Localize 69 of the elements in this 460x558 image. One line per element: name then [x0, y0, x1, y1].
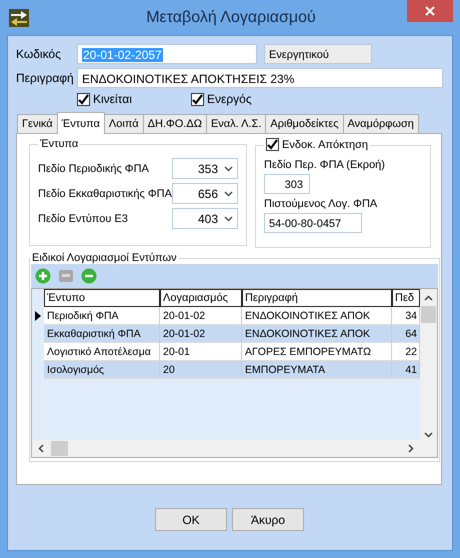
table-cell: Εκκαθαριστική ΦΠΑ	[44, 325, 160, 343]
arrows-icon	[9, 8, 29, 26]
scroll-up-icon[interactable]	[424, 295, 433, 302]
field-label: Πεδίο Εκκαθαριστικής ΦΠΑ	[38, 188, 172, 200]
table-cell: ΕΜΠΟΡΕΥΜΑΤΑ	[242, 361, 392, 379]
scroll-right-icon[interactable]	[407, 444, 414, 453]
checkbox[interactable]: Ενεργός	[191, 92, 305, 106]
window-title: Μεταβολή Λογαριασμού	[145, 8, 317, 26]
tab[interactable]: Γενικά	[17, 114, 58, 133]
group-title: Έντυπα	[39, 138, 80, 150]
checkbox[interactable]: Κινείται	[77, 92, 191, 106]
table-cell: 64	[392, 325, 420, 343]
table-cell: ΕΝΔΟΚΟΙΝΟΤΙΚΕΣ ΑΠΟΚ	[242, 325, 392, 343]
check-icon	[267, 139, 278, 150]
scroll-left-icon[interactable]	[38, 444, 45, 453]
table-cell: ΑΓΟΡΕΣ ΕΜΠΟΡΕΥΜΑΤΩ	[242, 343, 392, 361]
field-label: Πεδίο Εντύπου Ε3	[38, 212, 128, 224]
vertical-scrollbar[interactable]	[420, 289, 437, 457]
table-cell: 34	[392, 307, 420, 325]
add-icon[interactable]	[35, 268, 51, 284]
column-header[interactable]: Πεδ	[392, 289, 420, 307]
tab[interactable]: Αριθμοδείκτες	[265, 114, 344, 133]
account-field[interactable]: 54-00-80-0457	[264, 213, 362, 233]
scroll-thumb[interactable]	[421, 306, 436, 323]
check-icon	[78, 94, 89, 104]
close-button[interactable]	[407, 0, 453, 22]
scroll-down-icon[interactable]	[424, 431, 433, 438]
field-label: Πεδίο Περ. ΦΠΑ (Εκροή)	[264, 159, 385, 171]
chevron-down-icon	[224, 216, 233, 222]
field-label: Περιγραφή	[16, 71, 75, 85]
field-label: Πιστούμενος Λογ. ΦΠΑ	[264, 198, 378, 210]
dropdown[interactable]: 656	[172, 183, 238, 204]
table-cell: Περιοδική ΦΠΑ	[44, 307, 160, 325]
chevron-down-icon	[224, 190, 233, 196]
table-cell: 20-01-02	[160, 325, 242, 343]
table-cell: 22	[392, 343, 420, 361]
tab[interactable]: ΔΗ.ΦΟ.ΔΩ	[142, 114, 207, 133]
field-label: Πεδίο Περιοδικής ΦΠΑ	[38, 162, 149, 174]
remove-icon[interactable]	[81, 268, 97, 284]
tab[interactable]: Λοιπά	[104, 114, 144, 133]
field-label: Κωδικός	[16, 47, 62, 61]
table-cell: 20	[160, 361, 242, 379]
table-cell: 41	[392, 361, 420, 379]
column-header[interactable]: Λογαριασμός	[160, 289, 242, 307]
account-type-field: Ενεργητικού	[264, 44, 372, 64]
chevron-down-icon	[224, 166, 233, 172]
cancel-button[interactable]: Άκυρο	[232, 508, 304, 531]
column-header[interactable]: Περιγραφή	[242, 289, 392, 307]
check-icon	[192, 94, 203, 104]
column-header[interactable]: Έντυπο	[44, 289, 160, 307]
tab[interactable]: Αναμόρφωση	[342, 114, 419, 133]
dropdown[interactable]: 403	[172, 208, 238, 229]
checkbox[interactable]: Ενδοκ. Απόκτηση	[266, 138, 368, 151]
group-title: Ειδικοί Λογαριασμοί Εντύπων	[31, 252, 178, 264]
table-cell: ΕΝΔΟΚΟΙΝΟΤΙΚΕΣ ΑΠΟΚ	[242, 307, 392, 325]
tab[interactable]: Έντυπα	[56, 112, 105, 134]
description-field[interactable]: ΕΝΔΟΚΟΙΝΟΤΙΚΕΣ ΑΠΟΚΤΗΣΕΙΣ 23%	[77, 68, 443, 88]
table-cell: 20-01-02	[160, 307, 242, 325]
table-cell: 20-01	[160, 343, 242, 361]
ok-button[interactable]: OK	[155, 508, 227, 531]
horizontal-scrollbar[interactable]	[32, 440, 420, 457]
tab[interactable]: Εναλ. Λ.Σ.	[206, 114, 266, 133]
current-row-icon	[35, 311, 41, 321]
dropdown[interactable]: 353	[172, 158, 238, 179]
scroll-thumb[interactable]	[51, 441, 68, 456]
output-field[interactable]: 303	[264, 174, 310, 194]
table-cell: Λογιστικό Αποτέλεσμα	[44, 343, 160, 361]
table-cell: Ισολογισμός	[44, 361, 160, 379]
close-icon	[425, 6, 435, 16]
